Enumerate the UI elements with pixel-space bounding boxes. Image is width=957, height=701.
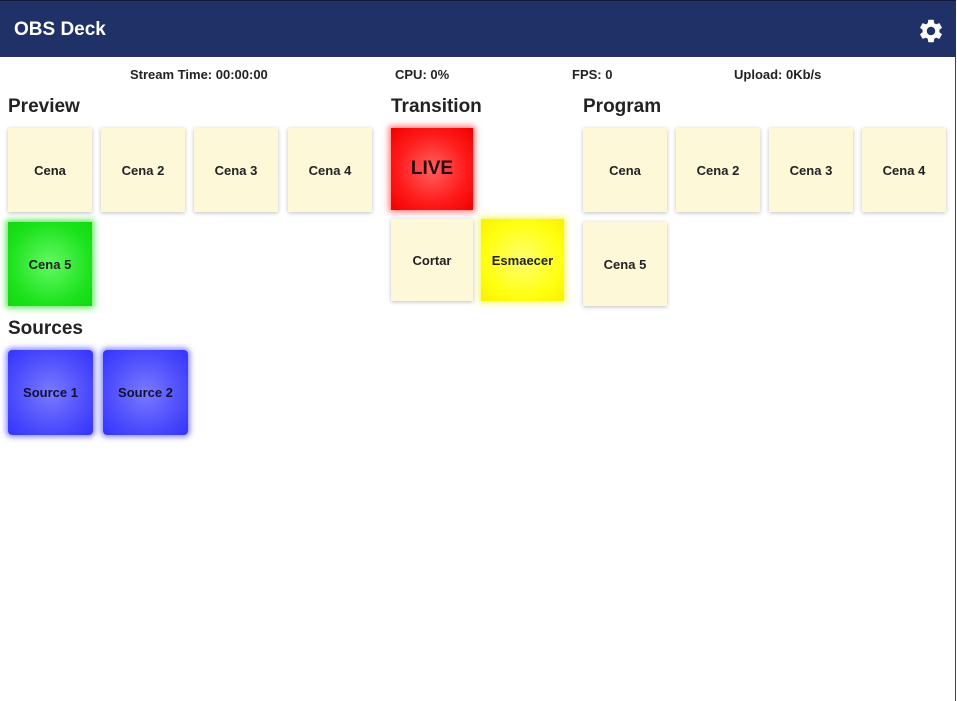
program-scene-button[interactable]: Cena 3 — [769, 128, 853, 212]
sources-title: Sources — [8, 318, 83, 339]
cut-button[interactable]: Cortar — [391, 219, 473, 301]
app-title: OBS Deck — [14, 19, 106, 40]
source-button[interactable]: Source 1 — [8, 350, 93, 435]
program-scene-button[interactable]: Cena 5 — [583, 222, 667, 306]
live-button[interactable]: LIVE — [391, 128, 473, 210]
preview-scene-button[interactable]: Cena 3 — [194, 128, 278, 212]
cpu-usage: CPU: 0% — [395, 67, 450, 82]
app-window: OBS Deck Stream Time: 00:00:00 CPU: 0% F… — [0, 0, 956, 701]
preview-scene-button[interactable]: Cena 2 — [101, 128, 185, 212]
upload-rate: Upload: 0Kb/s — [734, 67, 822, 82]
preview-scene-button[interactable]: Cena 4 — [288, 128, 372, 212]
stream-time: Stream Time: 00:00:00 — [130, 67, 268, 82]
fps-readout: FPS: 0 — [572, 67, 613, 82]
transition-title: Transition — [391, 96, 482, 117]
preview-title: Preview — [8, 96, 80, 117]
app-bar: OBS Deck — [0, 0, 956, 57]
program-scene-button[interactable]: Cena 2 — [676, 128, 760, 212]
program-scene-button[interactable]: Cena 4 — [862, 128, 946, 212]
fade-button[interactable]: Esmaecer — [481, 219, 564, 301]
preview-scene-button-active[interactable]: Cena 5 — [8, 222, 92, 306]
source-button[interactable]: Source 2 — [103, 350, 188, 435]
preview-scene-button[interactable]: Cena — [8, 128, 92, 212]
gear-icon[interactable] — [917, 17, 945, 45]
program-title: Program — [583, 96, 662, 117]
program-scene-button[interactable]: Cena — [583, 128, 667, 212]
